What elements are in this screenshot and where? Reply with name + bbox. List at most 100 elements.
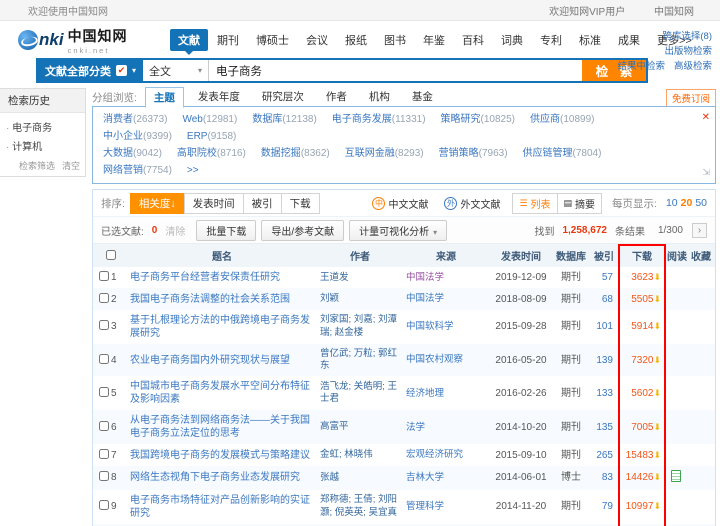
nav-tab[interactable]: 报纸 (337, 29, 375, 51)
tag-item[interactable]: 中小企业(9399) (103, 131, 172, 142)
source-link[interactable]: 法学 (406, 422, 425, 433)
close-icon[interactable]: ✕ (702, 109, 710, 126)
column-header[interactable]: 作者 (317, 244, 403, 267)
cited-count-link[interactable]: 79 (589, 490, 619, 524)
tag-item[interactable]: 营销策略(7963) (439, 148, 508, 159)
source-link[interactable]: 中国法学 (406, 293, 444, 304)
favorite-cell[interactable] (687, 344, 715, 377)
action-button[interactable]: 导出/参考文献 (261, 219, 345, 241)
paper-title-link[interactable]: 基于扎根理论方法的中俄跨境电子商务发展研究 (130, 315, 310, 339)
download-count-link[interactable]: 5505 (631, 294, 653, 305)
paper-title-link[interactable]: 中国城市电子商务发展水平空间分布特征及影响因素 (130, 381, 310, 405)
action-button[interactable]: 批量下载 (196, 219, 257, 241)
tag-item[interactable]: 消费者(26373) (103, 114, 167, 125)
history-footer-link[interactable]: 检索筛选 (19, 159, 55, 172)
favorite-cell[interactable] (687, 310, 715, 344)
row-checkbox[interactable] (99, 500, 109, 511)
column-header[interactable]: 来源 (403, 244, 489, 267)
quick-link[interactable]: 出版物检索 (664, 46, 712, 57)
tag-item[interactable]: 大数据(9042) (103, 148, 162, 159)
favorite-cell[interactable] (687, 376, 715, 410)
clear-selection-link[interactable]: 清除 (165, 223, 185, 238)
download-arrow-icon[interactable] (653, 355, 661, 365)
cited-count-link[interactable]: 133 (589, 376, 619, 410)
free-subscribe-button[interactable]: 免费订阅 (665, 88, 716, 107)
download-arrow-icon[interactable] (653, 472, 661, 482)
row-checkbox[interactable] (99, 353, 109, 364)
paper-title-link[interactable]: 农业电子商务国内外研究现状与展望 (130, 355, 290, 366)
action-button[interactable]: 计量可视化分析 ▾ (349, 219, 448, 241)
favorite-cell[interactable] (687, 288, 715, 309)
source-link[interactable]: 中国农村观察 (406, 354, 463, 365)
column-header[interactable]: 下载 (619, 244, 665, 267)
group-tab[interactable]: 主题 (144, 87, 184, 108)
download-count-link[interactable]: 3623 (631, 272, 653, 283)
source-link[interactable]: 中国法学 (406, 272, 444, 283)
tag-item[interactable]: Web(12981) (182, 114, 237, 125)
quick-link[interactable]: 结果中检索 (617, 61, 665, 72)
expand-icon[interactable] (702, 164, 710, 181)
row-checkbox[interactable] (99, 320, 109, 331)
cited-count-link[interactable]: 57 (589, 267, 619, 288)
vip-user-link[interactable]: 欢迎知网VIP用户 (549, 7, 625, 18)
column-header[interactable]: 题名 (127, 244, 317, 267)
tag-item[interactable]: 互联网金融(8293) (345, 148, 424, 159)
cited-count-link[interactable]: 101 (589, 310, 619, 344)
cited-count-link[interactable]: 68 (589, 288, 619, 309)
nav-tab[interactable]: 年鉴 (415, 29, 453, 51)
nav-tab[interactable]: 期刊 (209, 29, 247, 51)
download-count-link[interactable]: 5602 (631, 388, 653, 399)
tag-item[interactable]: 网络营销(7754) (103, 165, 172, 176)
row-checkbox[interactable] (99, 271, 109, 282)
download-arrow-icon[interactable] (653, 321, 661, 331)
row-checkbox[interactable] (99, 292, 109, 303)
cited-count-link[interactable]: 135 (589, 410, 619, 444)
cnki-home-link[interactable]: 中国知网 (654, 7, 694, 18)
column-header[interactable]: 被引 (589, 244, 619, 267)
next-page-button[interactable]: › (692, 222, 707, 238)
language-filter[interactable]: 外外文文献 (444, 196, 500, 211)
group-tab[interactable]: 作者 (318, 87, 355, 108)
row-checkbox[interactable] (99, 448, 109, 459)
paper-title-link[interactable]: 网络生态视角下电子商务业态发展研究 (130, 472, 300, 483)
authors-cell[interactable]: 张越 (317, 466, 403, 490)
quick-link[interactable]: 高级检索 (674, 61, 712, 72)
download-arrow-icon[interactable] (653, 450, 661, 460)
row-checkbox[interactable] (99, 420, 109, 431)
quick-link[interactable]: 跨库选择(8) (662, 31, 712, 42)
view-option[interactable]: 摘要 (556, 193, 602, 213)
authors-cell[interactable]: 刘颖 (317, 288, 403, 309)
authors-cell[interactable]: 王道发 (317, 267, 403, 288)
favorite-cell[interactable] (687, 466, 715, 490)
download-arrow-icon[interactable] (653, 272, 661, 282)
language-filter[interactable]: 中中文文献 (372, 196, 428, 211)
group-tab[interactable]: 研究层次 (254, 87, 312, 108)
column-header[interactable]: 收藏 (687, 244, 715, 267)
nav-tab[interactable]: 会议 (298, 29, 336, 51)
source-link[interactable]: 经济地理 (406, 388, 444, 399)
sort-option[interactable]: 被引 (242, 192, 282, 214)
per-page-option[interactable]: 50 (695, 197, 707, 209)
view-option[interactable]: 列表 (513, 194, 556, 213)
cited-count-link[interactable]: 83 (589, 466, 619, 490)
nav-tab[interactable]: 标准 (571, 29, 609, 51)
tag-item[interactable]: ERP(9158) (187, 131, 236, 142)
group-tab[interactable]: 发表年度 (190, 87, 248, 108)
paper-title-link[interactable]: 电子商务平台经营者安保责任研究 (130, 272, 280, 283)
favorite-cell[interactable] (687, 267, 715, 288)
row-checkbox[interactable] (99, 386, 109, 397)
authors-cell[interactable]: 曾亿武; 万粒; 郭红东 (317, 344, 403, 377)
tag-item[interactable]: 数据库(12138) (252, 114, 316, 125)
source-link[interactable]: 管理科学 (406, 501, 444, 512)
history-footer-link[interactable]: 清空 (62, 159, 80, 172)
download-count-link[interactable]: 7320 (631, 355, 653, 366)
download-count-link[interactable]: 15483 (626, 450, 654, 461)
sort-option[interactable]: 下载 (280, 192, 320, 214)
html-read-icon[interactable] (671, 469, 681, 482)
per-page-option[interactable]: 20 (681, 197, 693, 209)
paper-title-link[interactable]: 从电子商务法到网络商务法——关于我国电子商务立法定位的思考 (130, 415, 310, 439)
favorite-cell[interactable] (687, 410, 715, 444)
tag-item[interactable]: 高职院校(8716) (177, 148, 246, 159)
paper-title-link[interactable]: 电子商务市场特征对产品创新影响的实证研究 (130, 495, 310, 519)
authors-cell[interactable]: 郑称德; 王倩; 刘阳灏; 倪英英; 吴宜真 (317, 490, 403, 524)
